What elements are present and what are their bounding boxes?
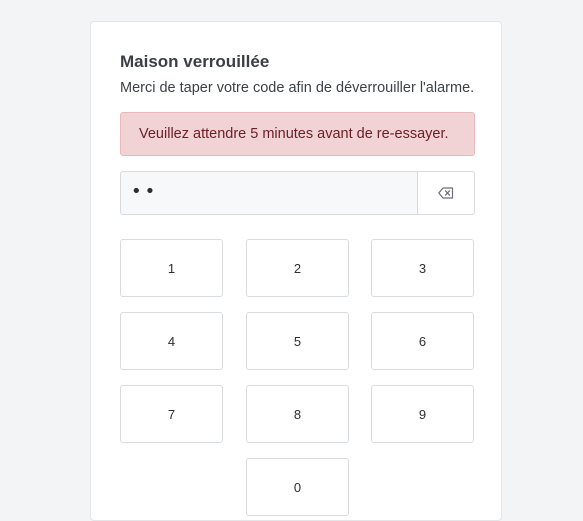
- instruction-text: Merci de taper votre code afin de déverr…: [120, 80, 475, 96]
- error-alert: Veuillez attendre 5 minutes avant de re-…: [120, 112, 475, 156]
- key-1[interactable]: 1: [120, 239, 223, 297]
- key-4[interactable]: 4: [120, 312, 223, 370]
- key-8[interactable]: 8: [246, 385, 349, 443]
- code-input[interactable]: ••: [120, 171, 417, 215]
- key-3[interactable]: 3: [371, 239, 474, 297]
- key-2[interactable]: 2: [246, 239, 349, 297]
- backspace-button[interactable]: [417, 171, 475, 215]
- key-6[interactable]: 6: [371, 312, 474, 370]
- key-7[interactable]: 7: [120, 385, 223, 443]
- key-0[interactable]: 0: [246, 458, 349, 516]
- backspace-icon: [438, 187, 454, 199]
- key-9[interactable]: 9: [371, 385, 474, 443]
- code-input-group: ••: [120, 171, 475, 215]
- page-title: Maison verrouillée: [120, 52, 270, 71]
- key-5[interactable]: 5: [246, 312, 349, 370]
- unlock-card: Maison verrouillée Merci de taper votre …: [90, 21, 502, 521]
